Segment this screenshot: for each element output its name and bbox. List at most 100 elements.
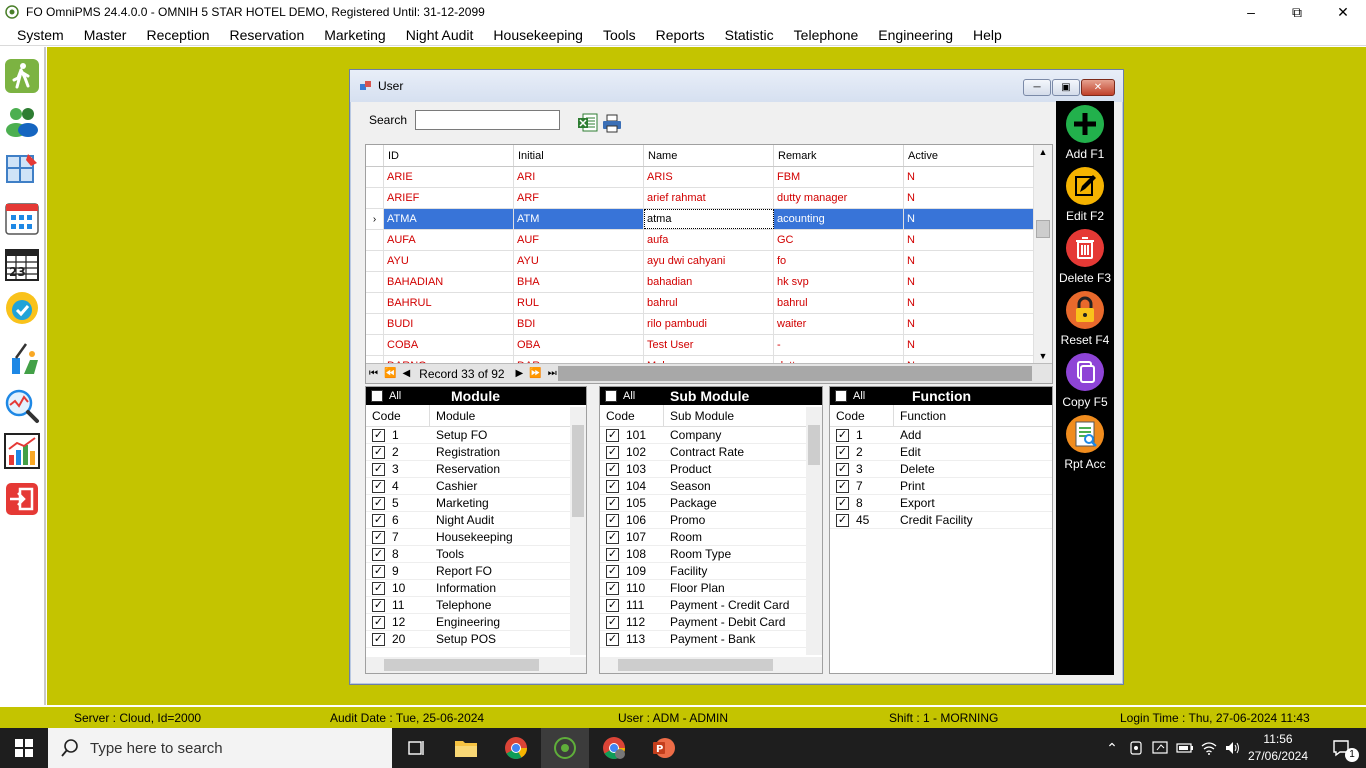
grid-vertical-scrollbar[interactable]: ▲ ▼: [1034, 145, 1052, 363]
module-horizontal-scrollbar[interactable]: [366, 657, 586, 673]
cell-id[interactable]: BUDI: [384, 314, 514, 334]
cell-id[interactable]: BAHADIAN: [384, 272, 514, 292]
row-header[interactable]: [366, 188, 384, 208]
submodule-list-item[interactable]: ✓ 110 Floor Plan: [600, 580, 822, 597]
module-checkbox[interactable]: ✓: [372, 632, 385, 646]
submodule-list-item[interactable]: ✓ 101 Company: [600, 427, 822, 444]
submodule-list-item[interactable]: ✓ 109 Facility: [600, 563, 822, 580]
function-checkbox[interactable]: ✓: [836, 479, 849, 493]
cell-initial[interactable]: RUL: [514, 293, 644, 313]
submodule-checkbox[interactable]: ✓: [606, 598, 619, 612]
cell-name[interactable]: Mulyo: [644, 356, 774, 363]
module-list-item[interactable]: ✓ 8 Tools: [366, 546, 586, 563]
row-header[interactable]: [366, 272, 384, 292]
cell-active[interactable]: N: [904, 356, 1034, 363]
statistic-button[interactable]: [3, 432, 41, 470]
cell-name[interactable]: Test User: [644, 335, 774, 355]
function-list-item[interactable]: ✓ 2 Edit: [830, 444, 1052, 461]
delete-f3-button[interactable]: Delete F3: [1056, 228, 1114, 285]
cell-active[interactable]: N: [904, 272, 1034, 292]
cell-name[interactable]: rilo pambudi: [644, 314, 774, 334]
cell-remark[interactable]: GC: [774, 230, 904, 250]
module-list-item[interactable]: ✓ 6 Night Audit: [366, 512, 586, 529]
cell-active[interactable]: N: [904, 167, 1034, 187]
cell-name[interactable]: ayu dwi cahyani: [644, 251, 774, 271]
child-minimize-button[interactable]: ─: [1023, 79, 1051, 96]
cell-initial[interactable]: ATM: [514, 209, 644, 229]
submodule-checkbox[interactable]: ✓: [606, 462, 619, 476]
module-checkbox[interactable]: ✓: [372, 496, 385, 510]
menu-help[interactable]: Help: [963, 24, 1012, 46]
row-header[interactable]: [366, 167, 384, 187]
cell-name[interactable]: aufa: [644, 230, 774, 250]
table-row[interactable]: › ATMA ATM atma acounting N: [366, 209, 1034, 230]
module-list-item[interactable]: ✓ 3 Reservation: [366, 461, 586, 478]
function-checkbox[interactable]: ✓: [836, 462, 849, 476]
module-vertical-scrollbar[interactable]: [570, 407, 586, 655]
submodule-list-item[interactable]: ✓ 102 Contract Rate: [600, 444, 822, 461]
calendar-button[interactable]: 23: [3, 245, 41, 283]
cell-initial[interactable]: DAR: [514, 356, 644, 363]
cell-active[interactable]: N: [904, 209, 1034, 229]
module-checkbox[interactable]: ✓: [372, 547, 385, 561]
cell-id[interactable]: AUFA: [384, 230, 514, 250]
submodule-checkbox[interactable]: ✓: [606, 632, 619, 646]
cell-id[interactable]: ARIE: [384, 167, 514, 187]
submodule-list-item[interactable]: ✓ 108 Room Type: [600, 546, 822, 563]
table-row[interactable]: COBA OBA Test User - N: [366, 335, 1034, 356]
module-checkbox[interactable]: ✓: [372, 615, 385, 629]
taskbar-search-box[interactable]: Type here to search: [48, 728, 392, 768]
cell-name[interactable]: ARIS: [644, 167, 774, 187]
submodule-checkbox[interactable]: ✓: [606, 581, 619, 595]
cell-id[interactable]: AYU: [384, 251, 514, 271]
function-checkbox[interactable]: ✓: [836, 428, 849, 442]
cell-name[interactable]: bahadian: [644, 272, 774, 292]
submodule-checkbox[interactable]: ✓: [606, 428, 619, 442]
module-list-item[interactable]: ✓ 1 Setup FO: [366, 427, 586, 444]
add-f1-button[interactable]: Add F1: [1056, 104, 1114, 161]
cell-remark[interactable]: FBM: [774, 167, 904, 187]
menu-engineering[interactable]: Engineering: [868, 24, 963, 46]
cell-remark[interactable]: fo: [774, 251, 904, 271]
row-header[interactable]: [366, 314, 384, 334]
file-explorer-button[interactable]: [442, 728, 490, 768]
scroll-down-icon[interactable]: ▼: [1034, 349, 1052, 363]
cell-active[interactable]: N: [904, 293, 1034, 313]
submodule-list-item[interactable]: ✓ 107 Room: [600, 529, 822, 546]
notification-center-button[interactable]: 1: [1318, 728, 1366, 768]
scroll-up-icon[interactable]: ▲: [1034, 145, 1052, 159]
row-header[interactable]: [366, 230, 384, 250]
submodule-vertical-scrollbar[interactable]: [806, 407, 822, 655]
cell-remark[interactable]: bahrul: [774, 293, 904, 313]
cell-active[interactable]: N: [904, 230, 1034, 250]
print-button[interactable]: [601, 113, 623, 133]
submodule-horizontal-scrollbar[interactable]: [600, 657, 822, 673]
grid-scroll-thumb[interactable]: [1036, 220, 1050, 238]
submodule-checkbox[interactable]: ✓: [606, 445, 619, 459]
function-list-item[interactable]: ✓ 1 Add: [830, 427, 1052, 444]
row-header[interactable]: ›: [366, 209, 384, 229]
powerpoint-button[interactable]: P: [639, 728, 687, 768]
submodule-list-item[interactable]: ✓ 103 Product: [600, 461, 822, 478]
module-checkbox[interactable]: ✓: [372, 513, 385, 527]
menu-night-audit[interactable]: Night Audit: [396, 24, 484, 46]
menu-reports[interactable]: Reports: [646, 24, 715, 46]
start-button[interactable]: [0, 728, 48, 768]
cell-initial[interactable]: ARI: [514, 167, 644, 187]
module-list-item[interactable]: ✓ 9 Report FO: [366, 563, 586, 580]
module-checkbox[interactable]: ✓: [372, 428, 385, 442]
column-header-initial[interactable]: Initial: [514, 145, 644, 166]
reset-f4-button[interactable]: Reset F4: [1056, 290, 1114, 347]
module-list-item[interactable]: ✓ 7 Housekeeping: [366, 529, 586, 546]
menu-housekeeping[interactable]: Housekeeping: [483, 24, 593, 46]
taskbar-clock[interactable]: 11:56 27/06/2024: [1236, 731, 1320, 765]
module-list-item[interactable]: ✓ 4 Cashier: [366, 478, 586, 495]
user-grid[interactable]: ID Initial Name Remark Active ARIE ARI ARI…: [365, 144, 1053, 384]
cell-name[interactable]: bahrul: [644, 293, 774, 313]
cell-initial[interactable]: AYU: [514, 251, 644, 271]
network-status-icon[interactable]: [1152, 740, 1170, 756]
cell-initial[interactable]: BDI: [514, 314, 644, 334]
table-row[interactable]: BUDI BDI rilo pambudi waiter N: [366, 314, 1034, 335]
submodule-list-item[interactable]: ✓ 111 Payment - Credit Card: [600, 597, 822, 614]
cell-initial[interactable]: AUF: [514, 230, 644, 250]
